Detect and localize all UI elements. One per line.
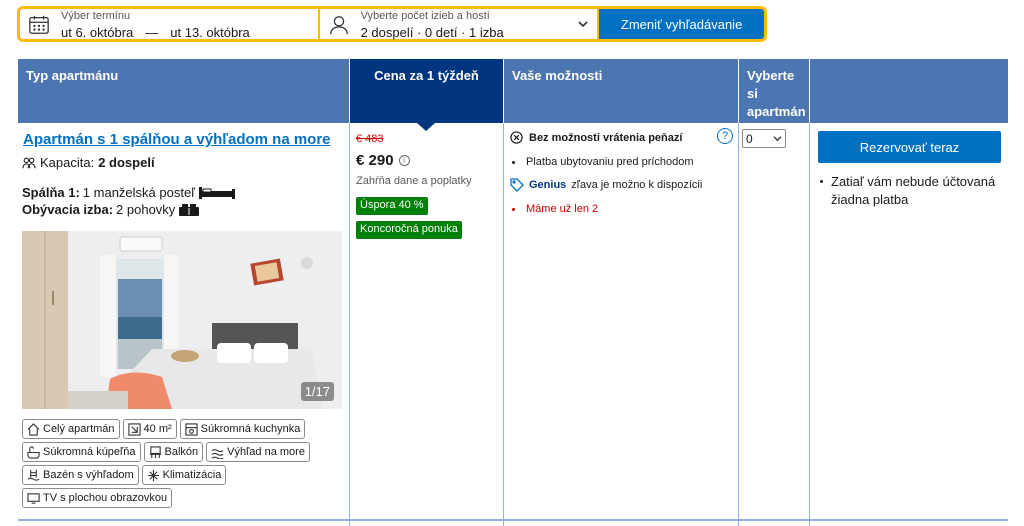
room-info-cell: Apartmán s 1 spálňou a výhľadom na more … — [18, 123, 350, 526]
tag-icon — [510, 178, 524, 192]
capacity-label: Kapacita: — [40, 155, 95, 170]
refund-text: Bez možnosti vrátenia peňazí — [529, 131, 683, 144]
current-price-value: € 290 — [356, 152, 394, 169]
search-bar: Výber termínu ut 6. októbra — ut 13. októb… — [17, 6, 767, 42]
living-value: 2 pohovky — [116, 202, 176, 217]
facility-label: Súkromná kúpeľňa — [43, 446, 136, 458]
date-separator: — — [145, 25, 159, 40]
genius-discount: Genius zľava je možno k dispozícii — [510, 178, 702, 192]
header-price: Cena za 1 týždeň — [350, 59, 503, 131]
facility-entire-apartment: Celý apartmán — [22, 419, 120, 439]
calendar-icon — [29, 15, 49, 34]
scarcity-info: Máme už len 2 — [512, 203, 598, 215]
payment-note: Zatiaľ vám nebude účtovaná žiadna platba — [820, 173, 1000, 209]
tax-note: Zahŕňa dane a poplatky — [356, 175, 472, 187]
bedroom-info: Spálňa 1: 1 manželská posteľ — [22, 185, 236, 200]
bedroom-label: Spálňa 1: — [22, 185, 80, 200]
chevron-down-icon — [578, 21, 588, 28]
table-bottom-border — [18, 519, 1008, 521]
capacity: Kapacita: 2 dospelí — [22, 155, 155, 170]
select-cell: 0 — [739, 123, 810, 526]
bullet-icon — [820, 180, 823, 183]
pool-icon — [27, 469, 40, 481]
facility-bathroom: Súkromná kúpeľňa — [22, 442, 141, 462]
date-to: ut 13. októbra — [170, 25, 250, 40]
no-refund-icon — [510, 131, 523, 144]
select-value: 0 — [746, 131, 753, 146]
options-cell: Bez možnosti vrátenia peňazí ? Platba ub… — [504, 123, 739, 526]
facility-kitchen: Súkromná kuchynka — [179, 419, 306, 439]
date-picker[interactable]: Výber termínu ut 6. októbra — ut 13. októb… — [20, 9, 318, 40]
facility-label: Klimatizácia — [162, 469, 222, 481]
chevron-down-icon — [773, 136, 782, 142]
current-price: € 290 i — [356, 152, 410, 169]
facility-balcony: Balkón — [143, 442, 204, 462]
deal-badge: Koncoročná ponuka — [356, 221, 462, 239]
kitchen-icon — [185, 422, 198, 436]
facility-label: Bazén s výhľadom — [43, 469, 134, 481]
info-icon[interactable]: i — [398, 155, 410, 166]
facility-pool-view: Bazén s výhľadom — [22, 465, 139, 485]
guests-selector[interactable]: Vyberte počet izieb a hostí 2 dospelí · … — [319, 9, 598, 40]
payment-text: Platba ubytovaniu pred príchodom — [526, 156, 694, 168]
header-options: Vaše možnosti — [504, 59, 738, 123]
genius-brand: Genius — [529, 179, 567, 191]
rooms-table: Typ apartmánu Cena za 1 týždeň Vaše možn… — [18, 59, 1008, 526]
bedroom-photo-image — [22, 231, 342, 409]
reserve-cell: Rezervovať teraz Zatiaľ vám nebude účtov… — [810, 123, 1008, 526]
living-label: Obývacia izba: — [22, 202, 114, 217]
area-icon — [127, 422, 141, 436]
facility-label: 40 m² — [143, 423, 172, 435]
original-price: € 483 — [356, 133, 384, 145]
facility-air-conditioning: Klimatizácia — [141, 465, 227, 485]
refund-policy: Bez možnosti vrátenia peňazí — [510, 131, 682, 144]
payment-info: Platba ubytovaniu pred príchodom — [512, 156, 694, 168]
living-room-info: Obývacia izba: 2 pohovky — [22, 202, 200, 217]
facility-label: Celý apartmán — [43, 423, 115, 435]
sea-view-icon — [211, 448, 224, 459]
bedroom-value: 1 manželská posteľ — [82, 185, 195, 200]
facility-label: Súkromná kuchynka — [200, 423, 301, 435]
header-select: Vyberte si apartmán — [739, 59, 809, 123]
facility-label: TV s plochou obrazovkou — [43, 492, 168, 504]
double-bed-icon — [198, 186, 235, 199]
tv-icon — [27, 492, 40, 504]
photo-counter: 1/17 — [300, 382, 334, 401]
bullet-icon — [512, 160, 515, 164]
date-from: ut 6. októbra — [61, 25, 134, 40]
reserve-now-button[interactable]: Rezervovať teraz — [818, 131, 1001, 163]
scarcity-text: Máme už len 2 — [526, 203, 599, 215]
savings-badge: Úspora 40 % — [356, 197, 428, 215]
room-photo[interactable]: 1/17 — [22, 231, 342, 409]
facility-label: Výhľad na more — [227, 446, 305, 458]
person-icon — [329, 16, 348, 35]
price-cell: € 483 € 290 i Zahŕňa dane a poplatky Úsp… — [350, 123, 504, 526]
date-label: Výber termínu — [61, 10, 131, 22]
people-icon — [22, 157, 36, 168]
header-room-type: Typ apartmánu — [18, 59, 349, 123]
facility-sea-view: Výhľad na more — [206, 442, 310, 462]
change-search-button[interactable]: Zmeniť vyhľadávanie — [599, 9, 764, 39]
facility-area: 40 m² — [122, 419, 177, 439]
apartment-quantity-select[interactable]: 0 — [742, 129, 786, 148]
bullet-icon — [512, 207, 515, 211]
payment-note-text: Zatiaľ vám nebude účtovaná žiadna platba — [831, 174, 996, 207]
date-range: ut 6. októbra — ut 13. októbra — [61, 25, 250, 40]
sofa-icon — [179, 203, 200, 216]
facility-tv: TV s plochou obrazovkou — [22, 488, 173, 508]
guests-label: Vyberte počet izieb a hostí — [360, 10, 490, 22]
header-reserve — [810, 59, 1008, 123]
house-icon — [27, 422, 40, 436]
genius-text: zľava je možno k dispozícii — [571, 179, 703, 191]
guests-value: 2 dospelí · 0 detí · 1 izba — [360, 25, 504, 40]
snowflake-icon — [147, 469, 159, 481]
room-title-link[interactable]: Apartmán s 1 spálňou a výhľadom na more — [23, 131, 331, 148]
help-icon[interactable]: ? — [717, 128, 733, 144]
bathroom-icon — [27, 445, 40, 459]
facilities-list: Celý apartmán 40 m² Súkromná kuchynka Sú… — [22, 419, 342, 508]
balcony-icon — [149, 445, 161, 458]
capacity-value: 2 dospelí — [98, 155, 155, 170]
facility-label: Balkón — [164, 446, 199, 458]
